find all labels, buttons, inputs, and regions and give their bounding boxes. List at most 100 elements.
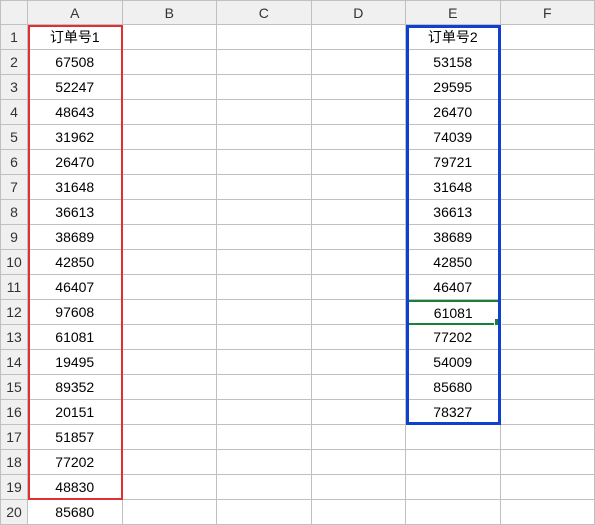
row-header-20[interactable]: 20 [0, 500, 28, 525]
cell-E14[interactable]: 54009 [406, 350, 501, 375]
cell-E11[interactable]: 46407 [406, 275, 501, 300]
column-header-C[interactable]: C [217, 0, 312, 25]
row-header-19[interactable]: 19 [0, 475, 28, 500]
cell-E10[interactable]: 42850 [406, 250, 501, 275]
cell-A8[interactable]: 36613 [28, 200, 123, 225]
column-header-E[interactable]: E [406, 0, 501, 25]
cell-A7[interactable]: 31648 [28, 175, 123, 200]
cell-C3[interactable] [217, 75, 312, 100]
row-header-9[interactable]: 9 [0, 225, 28, 250]
cell-F10[interactable] [501, 250, 595, 275]
cell-D19[interactable] [312, 475, 407, 500]
cell-A10[interactable]: 42850 [28, 250, 123, 275]
cell-A1[interactable]: 订单号1 [28, 25, 123, 50]
cell-D12[interactable] [312, 300, 407, 325]
column-header-A[interactable]: A [28, 0, 123, 25]
row-header-16[interactable]: 16 [0, 400, 28, 425]
cell-D17[interactable] [312, 425, 407, 450]
cell-E4[interactable]: 26470 [406, 100, 501, 125]
cell-C19[interactable] [217, 475, 312, 500]
cell-C10[interactable] [217, 250, 312, 275]
row-header-13[interactable]: 13 [0, 325, 28, 350]
cell-B6[interactable] [123, 150, 218, 175]
cell-B17[interactable] [123, 425, 218, 450]
cell-B18[interactable] [123, 450, 218, 475]
cell-B10[interactable] [123, 250, 218, 275]
cell-C17[interactable] [217, 425, 312, 450]
cell-D11[interactable] [312, 275, 407, 300]
cell-B4[interactable] [123, 100, 218, 125]
row-header-2[interactable]: 2 [0, 50, 28, 75]
row-header-6[interactable]: 6 [0, 150, 28, 175]
spreadsheet-grid[interactable]: ABCDEF1订单号1订单号22675085315835224729595448… [0, 0, 595, 525]
row-header-8[interactable]: 8 [0, 200, 28, 225]
cell-A16[interactable]: 20151 [28, 400, 123, 425]
cell-D4[interactable] [312, 100, 407, 125]
cell-C11[interactable] [217, 275, 312, 300]
cell-B13[interactable] [123, 325, 218, 350]
cell-B19[interactable] [123, 475, 218, 500]
cell-F19[interactable] [501, 475, 595, 500]
column-header-B[interactable]: B [123, 0, 218, 25]
cell-E5[interactable]: 74039 [406, 125, 501, 150]
cell-F20[interactable] [501, 500, 595, 525]
cell-D16[interactable] [312, 400, 407, 425]
cell-C7[interactable] [217, 175, 312, 200]
cell-F6[interactable] [501, 150, 595, 175]
cell-C8[interactable] [217, 200, 312, 225]
cell-B16[interactable] [123, 400, 218, 425]
row-header-7[interactable]: 7 [0, 175, 28, 200]
row-header-4[interactable]: 4 [0, 100, 28, 125]
cell-F13[interactable] [501, 325, 595, 350]
cell-C15[interactable] [217, 375, 312, 400]
cell-E19[interactable] [406, 475, 501, 500]
cell-E20[interactable] [406, 500, 501, 525]
cell-E9[interactable]: 38689 [406, 225, 501, 250]
row-header-11[interactable]: 11 [0, 275, 28, 300]
cell-C9[interactable] [217, 225, 312, 250]
cell-A19[interactable]: 48830 [28, 475, 123, 500]
cell-E13[interactable]: 77202 [406, 325, 501, 350]
cell-E1[interactable]: 订单号2 [406, 25, 501, 50]
cell-A3[interactable]: 52247 [28, 75, 123, 100]
cell-C4[interactable] [217, 100, 312, 125]
cell-E18[interactable] [406, 450, 501, 475]
cell-E6[interactable]: 79721 [406, 150, 501, 175]
cell-F16[interactable] [501, 400, 595, 425]
cell-F7[interactable] [501, 175, 595, 200]
cell-F4[interactable] [501, 100, 595, 125]
cell-D13[interactable] [312, 325, 407, 350]
cell-B11[interactable] [123, 275, 218, 300]
cell-C14[interactable] [217, 350, 312, 375]
select-all-corner[interactable] [0, 0, 28, 25]
cell-D14[interactable] [312, 350, 407, 375]
cell-A20[interactable]: 85680 [28, 500, 123, 525]
cell-E3[interactable]: 29595 [406, 75, 501, 100]
cell-C13[interactable] [217, 325, 312, 350]
cell-E12[interactable]: 61081 [406, 300, 501, 325]
cell-D3[interactable] [312, 75, 407, 100]
cell-A14[interactable]: 19495 [28, 350, 123, 375]
cell-B1[interactable] [123, 25, 218, 50]
cell-D1[interactable] [312, 25, 407, 50]
cell-F15[interactable] [501, 375, 595, 400]
cell-F1[interactable] [501, 25, 595, 50]
cell-A9[interactable]: 38689 [28, 225, 123, 250]
column-header-F[interactable]: F [501, 0, 595, 25]
cell-B12[interactable] [123, 300, 218, 325]
cell-D20[interactable] [312, 500, 407, 525]
cell-C6[interactable] [217, 150, 312, 175]
cell-F14[interactable] [501, 350, 595, 375]
cell-E15[interactable]: 85680 [406, 375, 501, 400]
cell-B5[interactable] [123, 125, 218, 150]
cell-D10[interactable] [312, 250, 407, 275]
cell-C12[interactable] [217, 300, 312, 325]
cell-F5[interactable] [501, 125, 595, 150]
cell-C16[interactable] [217, 400, 312, 425]
cell-F17[interactable] [501, 425, 595, 450]
column-header-D[interactable]: D [312, 0, 407, 25]
row-header-1[interactable]: 1 [0, 25, 28, 50]
cell-F2[interactable] [501, 50, 595, 75]
cell-B8[interactable] [123, 200, 218, 225]
cell-C1[interactable] [217, 25, 312, 50]
